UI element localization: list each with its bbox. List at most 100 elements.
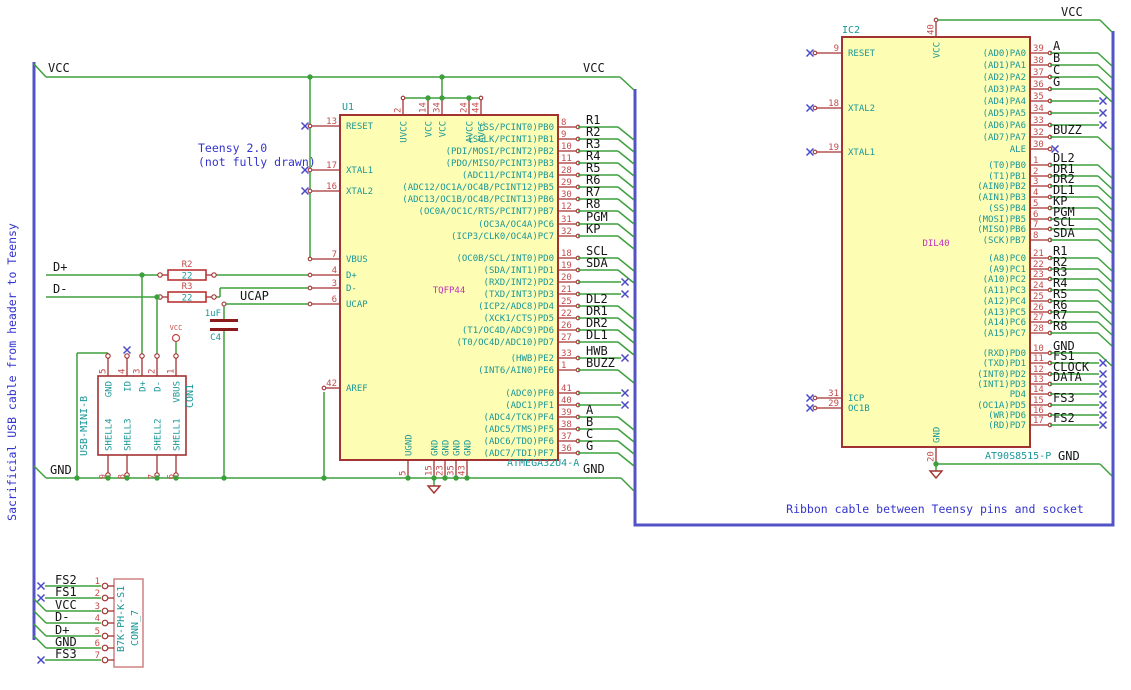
pin-name: (AD2)PA2 <box>983 73 1026 83</box>
pin-name: ALE <box>1010 145 1026 155</box>
pin-name: ICP <box>848 394 865 404</box>
net-label[interactable]: SDA <box>586 256 608 270</box>
bus-entry-wire <box>617 305 635 320</box>
pin-name: (TXD/INT3)PD3 <box>484 290 554 300</box>
junction-dot <box>124 475 130 481</box>
capacitor-c4[interactable] <box>210 319 238 322</box>
pin-name: (A14)PC6 <box>983 318 1026 328</box>
net-label-vcc[interactable]: VCC <box>1061 5 1083 19</box>
ground-symbol <box>928 470 944 480</box>
pin-name: (SCK)PB7 <box>983 236 1026 246</box>
junction-dot <box>466 95 472 101</box>
junction-dot <box>464 475 470 481</box>
net-label-dplus[interactable]: D+ <box>53 260 67 274</box>
note-teensy[interactable]: Teensy 2.0 <box>198 141 267 155</box>
pin-number: 31 <box>828 389 839 399</box>
net-label[interactable]: G <box>1053 75 1060 89</box>
junction-dot <box>307 74 313 80</box>
ic2-value: DIL40 <box>922 239 949 249</box>
pin-number: 12 <box>561 202 572 212</box>
net-label[interactable]: FS2 <box>1053 411 1075 425</box>
pin-number: 3 <box>133 369 143 374</box>
pin-end-circle <box>307 188 313 194</box>
pin-name: (XCK1/CTS)PD5 <box>484 314 554 324</box>
bus-entry-wire <box>33 635 47 649</box>
pin-number: 40 <box>561 396 572 406</box>
bus-entry-wire <box>1097 164 1113 179</box>
net-label-gnd[interactable]: GND <box>583 462 605 476</box>
pin-number: 31 <box>561 215 572 225</box>
pin-number: 43 <box>458 465 468 476</box>
pin-name: (T1/OC4D/ADC9)PD6 <box>462 326 554 336</box>
pin-name: (AD0)PA0 <box>983 49 1026 59</box>
net-label[interactable]: DL1 <box>586 328 608 342</box>
net-label[interactable]: BUZZ <box>1053 123 1082 137</box>
pin-number: 37 <box>1033 68 1044 78</box>
pin-number: 18 <box>828 99 839 109</box>
pin-number: 38 <box>561 420 572 430</box>
net-label-vcc[interactable]: VCC <box>48 61 70 75</box>
pin-number: 23 <box>436 465 446 476</box>
pin-name: SHELL3 <box>124 418 134 451</box>
pin-number: 32 <box>561 227 572 237</box>
pin-name: (OC3A/OC4A)PC6 <box>478 220 554 230</box>
net-label-gnd[interactable]: GND <box>1058 449 1080 463</box>
pin-name: (OC1A)PD5 <box>977 401 1026 411</box>
pin-number: 4 <box>95 614 100 624</box>
pin-name: (T0/OC4D/ADC10)PD7 <box>456 338 554 348</box>
pin-number: 34 <box>1033 104 1044 114</box>
vcc-power-icon <box>171 333 181 343</box>
pin-number: 18 <box>561 249 572 259</box>
net-label[interactable]: R8 <box>586 197 600 211</box>
pin-name: XTAL1 <box>346 166 373 176</box>
net-label[interactable]: DATA <box>1053 370 1083 384</box>
net-label[interactable]: KP <box>586 222 600 236</box>
pin-number: 39 <box>561 408 572 418</box>
junction-dot <box>439 95 445 101</box>
pin-name: (ADC4/TCK)PF4 <box>484 413 554 423</box>
pin-name: (A8)PC0 <box>988 254 1026 264</box>
net-label[interactable]: G <box>586 439 593 453</box>
net-label[interactable]: D- <box>55 610 69 624</box>
pin-end-circle <box>307 256 313 262</box>
note-teensy[interactable]: (not fully drawn) <box>198 155 316 169</box>
ic2-ref: IC2 <box>842 25 860 36</box>
junction-dot <box>74 475 80 481</box>
bus-entry-wire <box>617 174 635 189</box>
note-ribbon[interactable]: Ribbon cable between Teensy pins and soc… <box>786 502 1084 516</box>
pin-number: 37 <box>561 432 572 442</box>
net-label-gnd[interactable]: GND <box>50 463 72 477</box>
pin-number: 6 <box>1033 210 1038 220</box>
net-label[interactable]: FS3 <box>55 647 77 661</box>
pin-name: ID <box>124 381 134 392</box>
net-label[interactable]: SDA <box>1053 226 1075 240</box>
bus-entry-wire <box>33 623 47 637</box>
c4-value: 1uF <box>205 309 221 319</box>
net-label[interactable]: FS3 <box>1053 391 1075 405</box>
junction-dot <box>221 475 227 481</box>
note-sacrificial[interactable]: Sacrificial USB cable from header to Tee… <box>5 223 19 521</box>
vcc-power-label: VCC <box>170 324 183 332</box>
pin-end-circle <box>812 405 818 411</box>
pin-name: SHELL1 <box>173 418 183 451</box>
pin-end-circle <box>812 395 818 401</box>
pin-number: 17 <box>1033 416 1044 426</box>
pin-number: 11 <box>1033 354 1044 364</box>
pin-end-circle <box>173 353 179 359</box>
net-label[interactable]: FS1 <box>55 585 77 599</box>
pin-end-circle <box>101 594 109 602</box>
pin-number: 10 <box>1033 344 1044 354</box>
pin-name: (OC0A/OC1C/RTS/PCINT7)PB7 <box>419 207 554 217</box>
net-label[interactable]: BUZZ <box>586 356 615 370</box>
pin-number: 4 <box>118 369 128 374</box>
net-label-dminus[interactable]: D- <box>53 282 67 296</box>
pin-end-circle <box>478 95 484 101</box>
pin-number: 40 <box>927 24 937 35</box>
net-label-ucap[interactable]: UCAP <box>240 289 269 303</box>
capacitor-c4[interactable] <box>210 328 238 331</box>
net-label[interactable]: R8 <box>1053 319 1067 333</box>
pin-number: 14 <box>1033 385 1044 395</box>
net-label-vcc[interactable]: VCC <box>583 61 605 75</box>
bus-entry-wire <box>617 138 635 153</box>
bus-entry-wire <box>1097 136 1113 151</box>
